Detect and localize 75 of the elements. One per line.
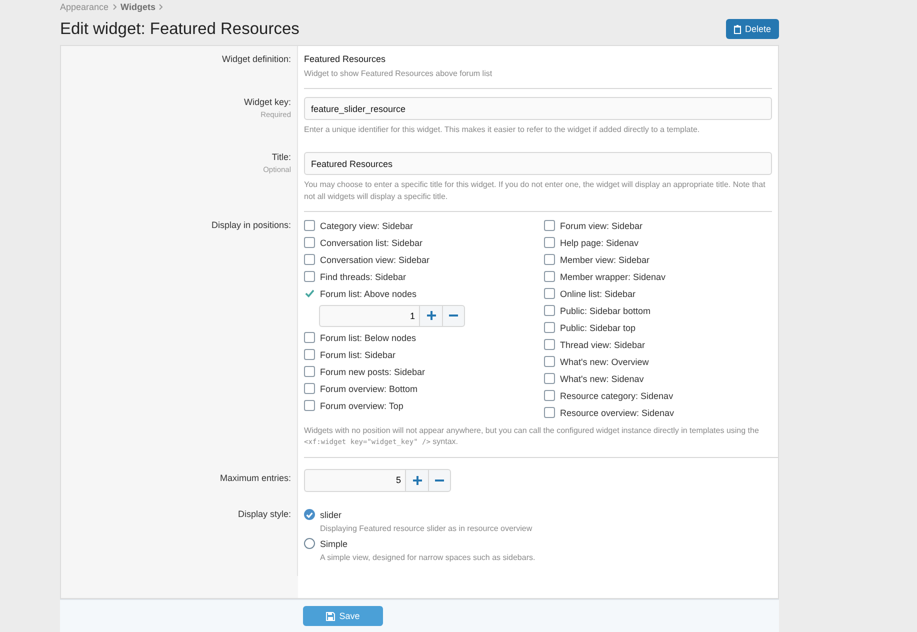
checkbox-label[interactable]: Category view: Sidebar — [320, 220, 414, 231]
checkbox[interactable] — [544, 356, 555, 368]
checkbox[interactable] — [544, 254, 555, 266]
title-field[interactable]: Featured Resources — [304, 152, 772, 176]
checkbox-label[interactable]: Forum overview: Top — [320, 400, 404, 411]
trash-icon — [734, 24, 741, 34]
field-hint: You may choose to enter a specific title for this widget. If you do not enter one, the widget will display an appropriate title. Note that not all widgets will display a specific title. — [304, 179, 766, 202]
checkbox[interactable] — [544, 390, 555, 402]
field-label: Display style: — [238, 508, 291, 519]
checkbox-label[interactable]: Conversation view: Sidebar — [320, 254, 430, 265]
increment-button[interactable] — [405, 468, 428, 492]
checkbox[interactable] — [304, 366, 315, 378]
plus-icon — [426, 311, 436, 320]
decrement-button[interactable] — [428, 468, 451, 492]
checkbox[interactable] — [304, 271, 315, 282]
radio-label[interactable]: slider — [320, 510, 342, 520]
checkbox[interactable] — [544, 305, 555, 316]
field-label: Title: — [272, 152, 291, 162]
field-label: Display in positions: — [211, 220, 291, 230]
checkbox-label[interactable]: Public: Sidebar top — [560, 322, 636, 333]
maximum-entries-field[interactable]: 5 — [304, 468, 405, 492]
checkbox[interactable] — [304, 237, 315, 248]
radio-button[interactable] — [304, 509, 315, 520]
checkbox[interactable] — [304, 400, 315, 412]
option-description: Displaying Featured resource slider as in resource overview — [320, 522, 534, 534]
field-label: Widget key: — [244, 97, 291, 108]
checkbox[interactable] — [304, 383, 315, 394]
chevron-icon — [159, 4, 164, 10]
checkbox[interactable] — [544, 373, 555, 384]
checkbox-label[interactable]: Forum view: Sidebar — [560, 220, 643, 231]
delete-button[interactable]: Delete — [726, 19, 779, 39]
checkbox-label[interactable]: Member view: Sidebar — [560, 254, 650, 265]
option-description: A simple view, designed for narrow spaces such as sidebars. — [320, 552, 536, 564]
checkbox-label[interactable]: Online list: Sidebar — [560, 288, 636, 299]
checkbox-label[interactable]: Resource overview: Sidenav — [560, 408, 674, 418]
definition-description: Widget to show Featured Resources above forum list — [304, 68, 494, 80]
checkbox-label[interactable]: Resource category: Sidenav — [560, 390, 674, 401]
checkbox[interactable] — [544, 339, 555, 350]
checkbox-label[interactable]: Thread view: Sidebar — [560, 340, 646, 350]
checkbox-label[interactable]: Help page: Sidenav — [560, 238, 639, 248]
checkbox[interactable] — [304, 349, 315, 360]
checkbox-label[interactable]: Forum list: Above nodes — [320, 288, 417, 299]
checkbox[interactable] — [544, 271, 555, 282]
field-label: Maximum entries: — [220, 472, 291, 483]
checkbox[interactable] — [544, 288, 555, 300]
checkbox-label[interactable]: Public: Sidebar bottom — [560, 306, 651, 316]
increment-button[interactable] — [419, 304, 442, 327]
display-order-field[interactable]: 1 — [319, 304, 419, 327]
checkbox[interactable] — [544, 237, 555, 248]
checkbox-label[interactable]: Forum new posts: Sidebar — [320, 366, 426, 377]
checkbox[interactable] — [544, 407, 555, 418]
checkbox[interactable] — [544, 322, 555, 334]
checkbox[interactable] — [544, 220, 555, 232]
radio-button[interactable] — [304, 538, 315, 550]
checkbox-label[interactable]: Conversation list: Sidebar — [320, 238, 423, 248]
checkbox-label[interactable]: What's new: Overview — [560, 356, 649, 367]
radio-label[interactable]: Simple — [320, 538, 348, 549]
checkbox[interactable] — [304, 254, 315, 266]
plus-icon — [412, 476, 422, 485]
breadcrumb-link[interactable]: Widgets — [120, 2, 156, 12]
chevron-icon — [112, 4, 117, 10]
checkbox-label[interactable]: Member wrapper: Sidenav — [560, 272, 666, 282]
definition-value: Featured Resources — [304, 54, 387, 64]
decrement-button[interactable] — [442, 304, 465, 327]
checkbox-label[interactable]: Forum list: Sidebar — [320, 350, 396, 360]
checkbox-label[interactable]: Find threads: Sidebar — [320, 272, 406, 282]
checkbox-label[interactable]: Forum overview: Bottom — [320, 384, 418, 394]
field-label: Widget definition: — [222, 54, 291, 64]
checkbox-label[interactable]: Forum list: Below nodes — [320, 332, 416, 343]
page-title: Edit widget: Featured Resources — [60, 20, 300, 38]
field-hint: Enter a unique identifier for this widget. This makes it easier to refer to the widget if added directly to a template. — [304, 124, 701, 136]
checkbox[interactable] — [304, 332, 315, 344]
checkbox-label[interactable]: What's new: Sidenav — [560, 374, 644, 384]
widget-key-field[interactable]: feature_slider_resource — [304, 97, 772, 120]
checkbox[interactable] — [304, 220, 315, 232]
